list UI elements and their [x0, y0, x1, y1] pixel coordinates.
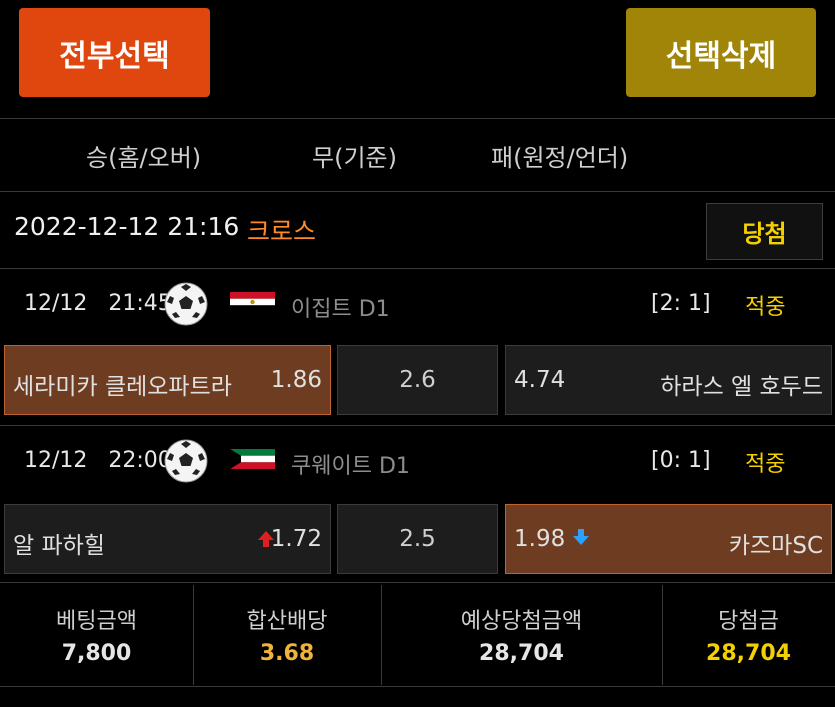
away-team-name: 카즈마SC	[728, 533, 823, 559]
match-datetime: 12/12 21:45	[24, 291, 172, 316]
soccer-ball-icon	[164, 439, 208, 483]
away-odds-cell[interactable]: 1.98 카즈마SC	[505, 504, 832, 574]
win-amount-value: 28,704	[706, 641, 791, 666]
expected-win-value: 28,704	[479, 641, 564, 666]
match-status: 적중	[745, 295, 786, 320]
draw-odds-cell[interactable]: 2.5	[337, 504, 498, 574]
away-odds-cell[interactable]: 4.74 하라스 엘 호두드	[505, 345, 832, 415]
column-header-away: 패(원정/언더)	[491, 143, 629, 172]
kuwait-flag-icon	[230, 449, 275, 469]
bet-summary: 베팅금액 7,800 합산배당 3.68 예상당첨금액 28,704 당첨금 2…	[0, 585, 835, 685]
select-all-button[interactable]: 전부선택	[19, 8, 210, 97]
divider	[0, 425, 835, 426]
divider	[662, 585, 663, 685]
column-header-draw: 무(기준)	[312, 143, 397, 172]
home-team-name: 알 파하힐	[13, 533, 105, 559]
divider	[0, 686, 835, 687]
toolbar: 전부선택 선택삭제	[0, 0, 835, 118]
home-team-name: 세라미카 클레오파트라	[13, 374, 232, 400]
divider	[0, 268, 835, 269]
summary-win-amount: 당첨금 28,704	[662, 585, 835, 685]
total-odds-value: 3.68	[259, 641, 315, 666]
draw-odd: 2.5	[399, 526, 436, 552]
match-score: [2: 1]	[651, 291, 711, 316]
away-team-name: 하라스 엘 호두드	[660, 374, 823, 400]
home-odd: 1.86	[270, 367, 322, 393]
match-datetime: 12/12 22:00	[24, 448, 172, 473]
total-odds-label: 합산배당	[246, 609, 328, 634]
win-amount-label: 당첨금	[718, 609, 779, 634]
divider	[0, 191, 835, 192]
match-status: 적중	[745, 452, 786, 477]
soccer-ball-icon	[164, 282, 208, 326]
home-odds-cell[interactable]: 알 파하힐 1.72	[4, 504, 331, 574]
match-score: [0: 1]	[651, 448, 711, 473]
summary-expected-win: 예상당첨금액 28,704	[381, 585, 662, 685]
home-odds-cell[interactable]: 세라미카 클레오파트라 1.86	[4, 345, 331, 415]
summary-bet-amount: 베팅금액 7,800	[0, 585, 193, 685]
delete-selected-button[interactable]: 선택삭제	[626, 8, 816, 97]
match-info-row: 12/12 22:00 쿠웨이트 D1 [0: 1] 적중	[0, 428, 835, 498]
divider	[0, 118, 835, 119]
league-name: 쿠웨이트 D1	[291, 454, 410, 479]
divider	[0, 582, 835, 583]
away-odd: 1.98	[514, 526, 566, 552]
bet-amount-value: 7,800	[61, 641, 132, 666]
expected-win-label: 예상당첨금액	[460, 609, 583, 634]
home-odd: 1.72	[270, 526, 322, 552]
egypt-flag-icon	[230, 292, 275, 312]
draw-odd: 2.6	[399, 367, 436, 393]
away-odd: 4.74	[514, 367, 566, 393]
bet-amount-label: 베팅금액	[56, 609, 137, 634]
league-name: 이집트 D1	[291, 297, 390, 322]
draw-odds-cell[interactable]: 2.6	[337, 345, 498, 415]
bet-result-badge: 당첨	[706, 203, 823, 260]
divider	[381, 585, 382, 685]
bet-type: 크로스	[247, 217, 317, 246]
match-info-row: 12/12 21:45 이집트 D1 [2: 1] 적중	[0, 271, 835, 341]
summary-total-odds: 합산배당 3.68	[193, 585, 381, 685]
arrow-down-icon	[573, 529, 589, 545]
column-header-home: 승(홈/오버)	[86, 143, 202, 172]
bet-datetime: 2022-12-12 21:16	[14, 212, 240, 241]
divider	[193, 585, 194, 685]
